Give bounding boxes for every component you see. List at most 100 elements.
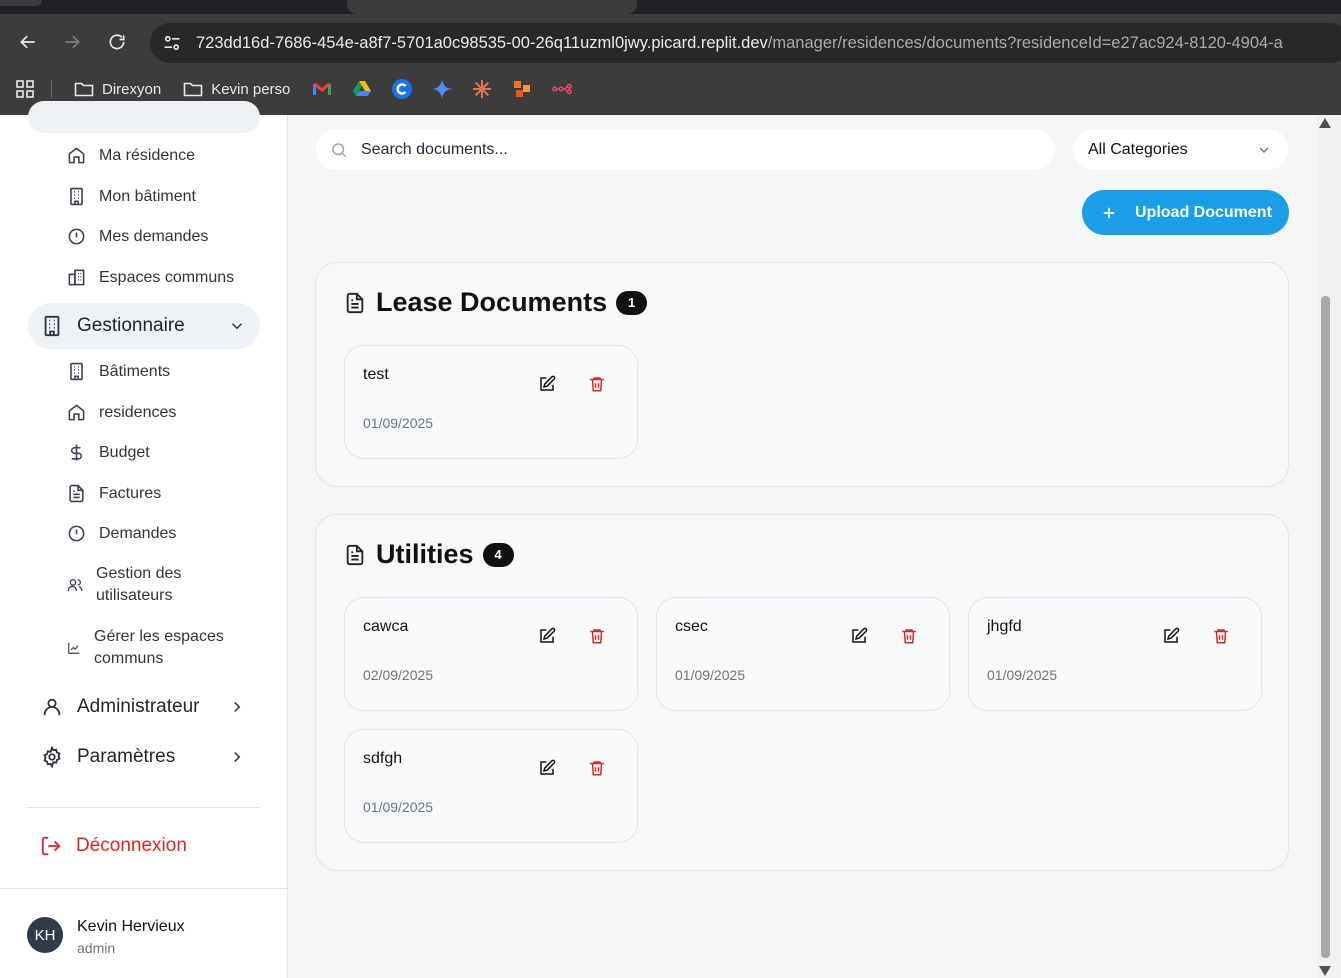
delete-button[interactable] [587, 374, 607, 394]
document-card[interactable]: test 01/09/2025 [344, 345, 638, 459]
delete-button[interactable] [899, 626, 919, 646]
trash-icon [1214, 629, 1228, 644]
sidebar: Ma résidence Mon bâtiment Mes demandes E… [0, 101, 288, 978]
bookmark-label: Kevin perso [211, 80, 291, 98]
sidebar-item-residences[interactable]: residences [67, 403, 176, 422]
gemini-icon[interactable] [432, 79, 453, 99]
sidebar-item-ma-residence[interactable]: Ma résidence [67, 146, 195, 165]
home-icon [68, 147, 85, 164]
sidebar-item-label-line1: Gestion des [96, 565, 182, 582]
search-input[interactable] [361, 140, 1011, 159]
url-text: 723dd16d-7686-454e-a8f7-5701a0c98535-00-… [196, 34, 1283, 53]
site-settings-icon[interactable] [162, 33, 182, 53]
sidebar-item-label: Ma résidence [99, 146, 196, 164]
address-bar[interactable]: 723dd16d-7686-454e-a8f7-5701a0c98535-00-… [150, 23, 1341, 63]
document-date: 01/09/2025 [675, 667, 746, 683]
sidebar-item-demandes[interactable]: Demandes [67, 524, 176, 543]
document-name: test [363, 366, 389, 383]
sidebar-item-label: Demandes [99, 524, 177, 542]
sidebar-item-label: Mon bâtiment [99, 187, 196, 205]
document-card[interactable]: sdfgh 01/09/2025 [344, 729, 638, 843]
claude-icon[interactable] [472, 79, 492, 99]
folder-icon [74, 82, 94, 97]
bookmarks-bar: Direxyon Kevin perso [0, 74, 1341, 104]
browser-tab-active[interactable] [347, 0, 637, 14]
scroll-down-arrow[interactable] [1319, 966, 1331, 976]
edit-button[interactable] [849, 626, 869, 646]
category-select-value: All Categories [1088, 140, 1188, 158]
section-title: Lease Documents 1 [344, 287, 648, 318]
arrow-right-icon [65, 35, 80, 49]
sidebar-item-batiments[interactable]: Bâtiments [67, 362, 170, 381]
delete-button[interactable] [1211, 626, 1231, 646]
sidebar-group-residents[interactable] [28, 101, 260, 133]
search-box[interactable] [316, 129, 1054, 170]
edit-button[interactable] [1161, 626, 1181, 646]
document-name: cawca [363, 618, 409, 635]
delete-button[interactable] [587, 758, 607, 778]
sidebar-item-label-line2: communs [94, 650, 164, 667]
document-date: 01/09/2025 [363, 415, 434, 431]
sidebar-item-mon-batiment[interactable]: Mon bâtiment [67, 187, 196, 206]
logout-label: Déconnexion [76, 835, 187, 856]
sidebar-item-gerer-espaces-communs[interactable]: Gérer les espaces communs [67, 626, 224, 670]
app-grid-orange-icon[interactable] [512, 79, 532, 99]
logout-button[interactable]: Déconnexion [40, 835, 187, 857]
apps-grid-icon[interactable] [15, 79, 35, 99]
document-card[interactable]: jhgfd 01/09/2025 [968, 597, 1262, 711]
reload-button[interactable] [105, 30, 129, 54]
avatar[interactable]: KH [27, 917, 63, 953]
count-badge: 4 [482, 542, 514, 567]
document-card[interactable]: csec 01/09/2025 [656, 597, 950, 711]
document-card[interactable]: cawca 02/09/2025 [344, 597, 638, 711]
bookmark-folder-kevin-perso[interactable]: Kevin perso [183, 80, 290, 98]
delete-button[interactable] [587, 626, 607, 646]
sidebar-group-parametres[interactable]: Paramètres [28, 734, 260, 780]
google-drive-icon[interactable] [352, 79, 372, 99]
search-icon [332, 142, 347, 157]
url-host: 723dd16d-7686-454e-a8f7-5701a0c98535-00-… [196, 33, 768, 52]
user-icon [43, 698, 61, 716]
sidebar-item-factures[interactable]: Factures [67, 484, 161, 503]
sidebar-divider [27, 807, 260, 808]
user-name: Kevin Hervieux [77, 918, 185, 935]
gmail-icon[interactable] [312, 79, 332, 99]
sidebar-group-gestionnaire[interactable]: Gestionnaire [28, 303, 260, 349]
file-text-icon [346, 292, 364, 313]
sidebar-group-administrateur[interactable]: Administrateur [28, 684, 260, 730]
trash-icon [590, 761, 604, 776]
trash-icon [590, 629, 604, 644]
n8n-icon[interactable] [552, 79, 573, 99]
home-icon [68, 404, 85, 421]
back-button[interactable] [16, 30, 40, 54]
sidebar-item-label-line2: utilisateurs [96, 587, 173, 604]
edit-button[interactable] [537, 374, 557, 394]
sidebar-item-gestion-utilisateurs[interactable]: Gestion des utilisateurs [67, 563, 181, 607]
c-app-icon[interactable] [392, 79, 413, 99]
edit-button[interactable] [537, 758, 557, 778]
scroll-up-arrow[interactable] [1319, 118, 1331, 128]
bookmark-folder-direxyon[interactable]: Direxyon [74, 80, 161, 98]
edit-icon [852, 627, 868, 643]
document-name: jhgfd [987, 618, 1022, 635]
category-select[interactable]: All Categories [1074, 129, 1288, 170]
forward-button[interactable] [60, 30, 84, 54]
chevron-right-icon [234, 751, 241, 763]
sidebar-item-espaces-communs[interactable]: Espaces communs [67, 268, 234, 287]
building-icon [70, 362, 83, 381]
chart-icon [68, 642, 80, 654]
sidebar-item-mes-demandes[interactable]: Mes demandes [67, 227, 208, 246]
upload-document-button[interactable]: Upload Document [1082, 190, 1289, 235]
sidebar-item-label: Gestion des utilisateurs [96, 563, 181, 607]
sidebar-item-label: Bâtiments [99, 362, 171, 380]
chevron-down-icon [1259, 147, 1269, 153]
edit-button[interactable] [537, 626, 557, 646]
scrollbar-thumb[interactable] [1321, 296, 1330, 958]
edit-icon [540, 627, 556, 643]
gear-icon [43, 746, 61, 768]
edit-icon [540, 759, 556, 775]
arrow-left-icon [20, 35, 35, 49]
sidebar-item-budget[interactable]: Budget [67, 443, 150, 462]
browser-tab-previous[interactable] [0, 0, 42, 6]
sidebar-group-label: Gestionnaire [77, 315, 185, 336]
